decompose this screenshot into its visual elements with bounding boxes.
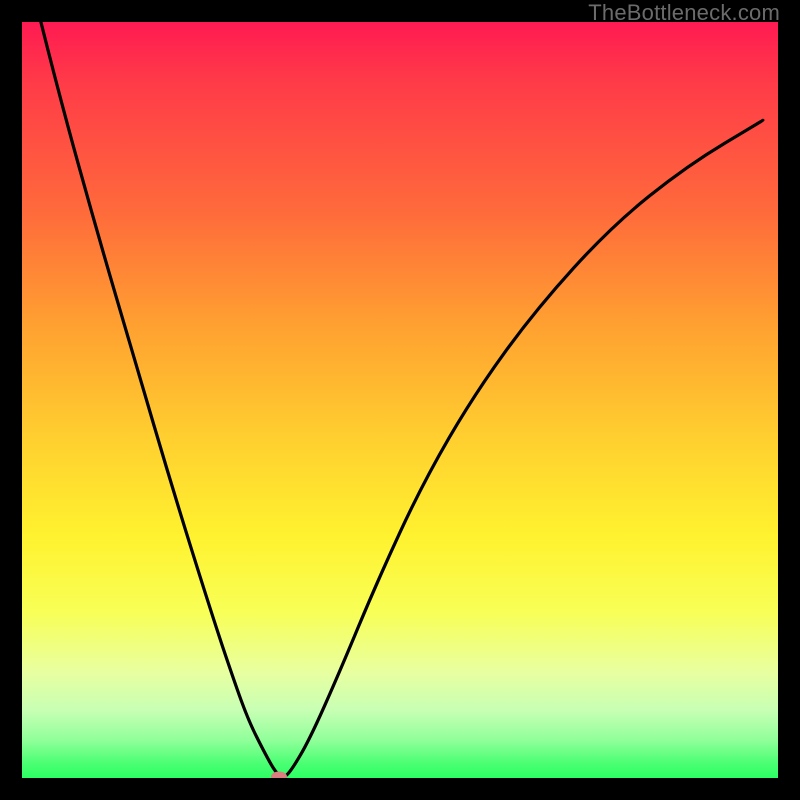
bottleneck-curve-path: [41, 22, 763, 777]
chart-frame: [22, 22, 778, 778]
chart-svg: [22, 22, 778, 778]
bottleneck-marker: [271, 772, 287, 779]
